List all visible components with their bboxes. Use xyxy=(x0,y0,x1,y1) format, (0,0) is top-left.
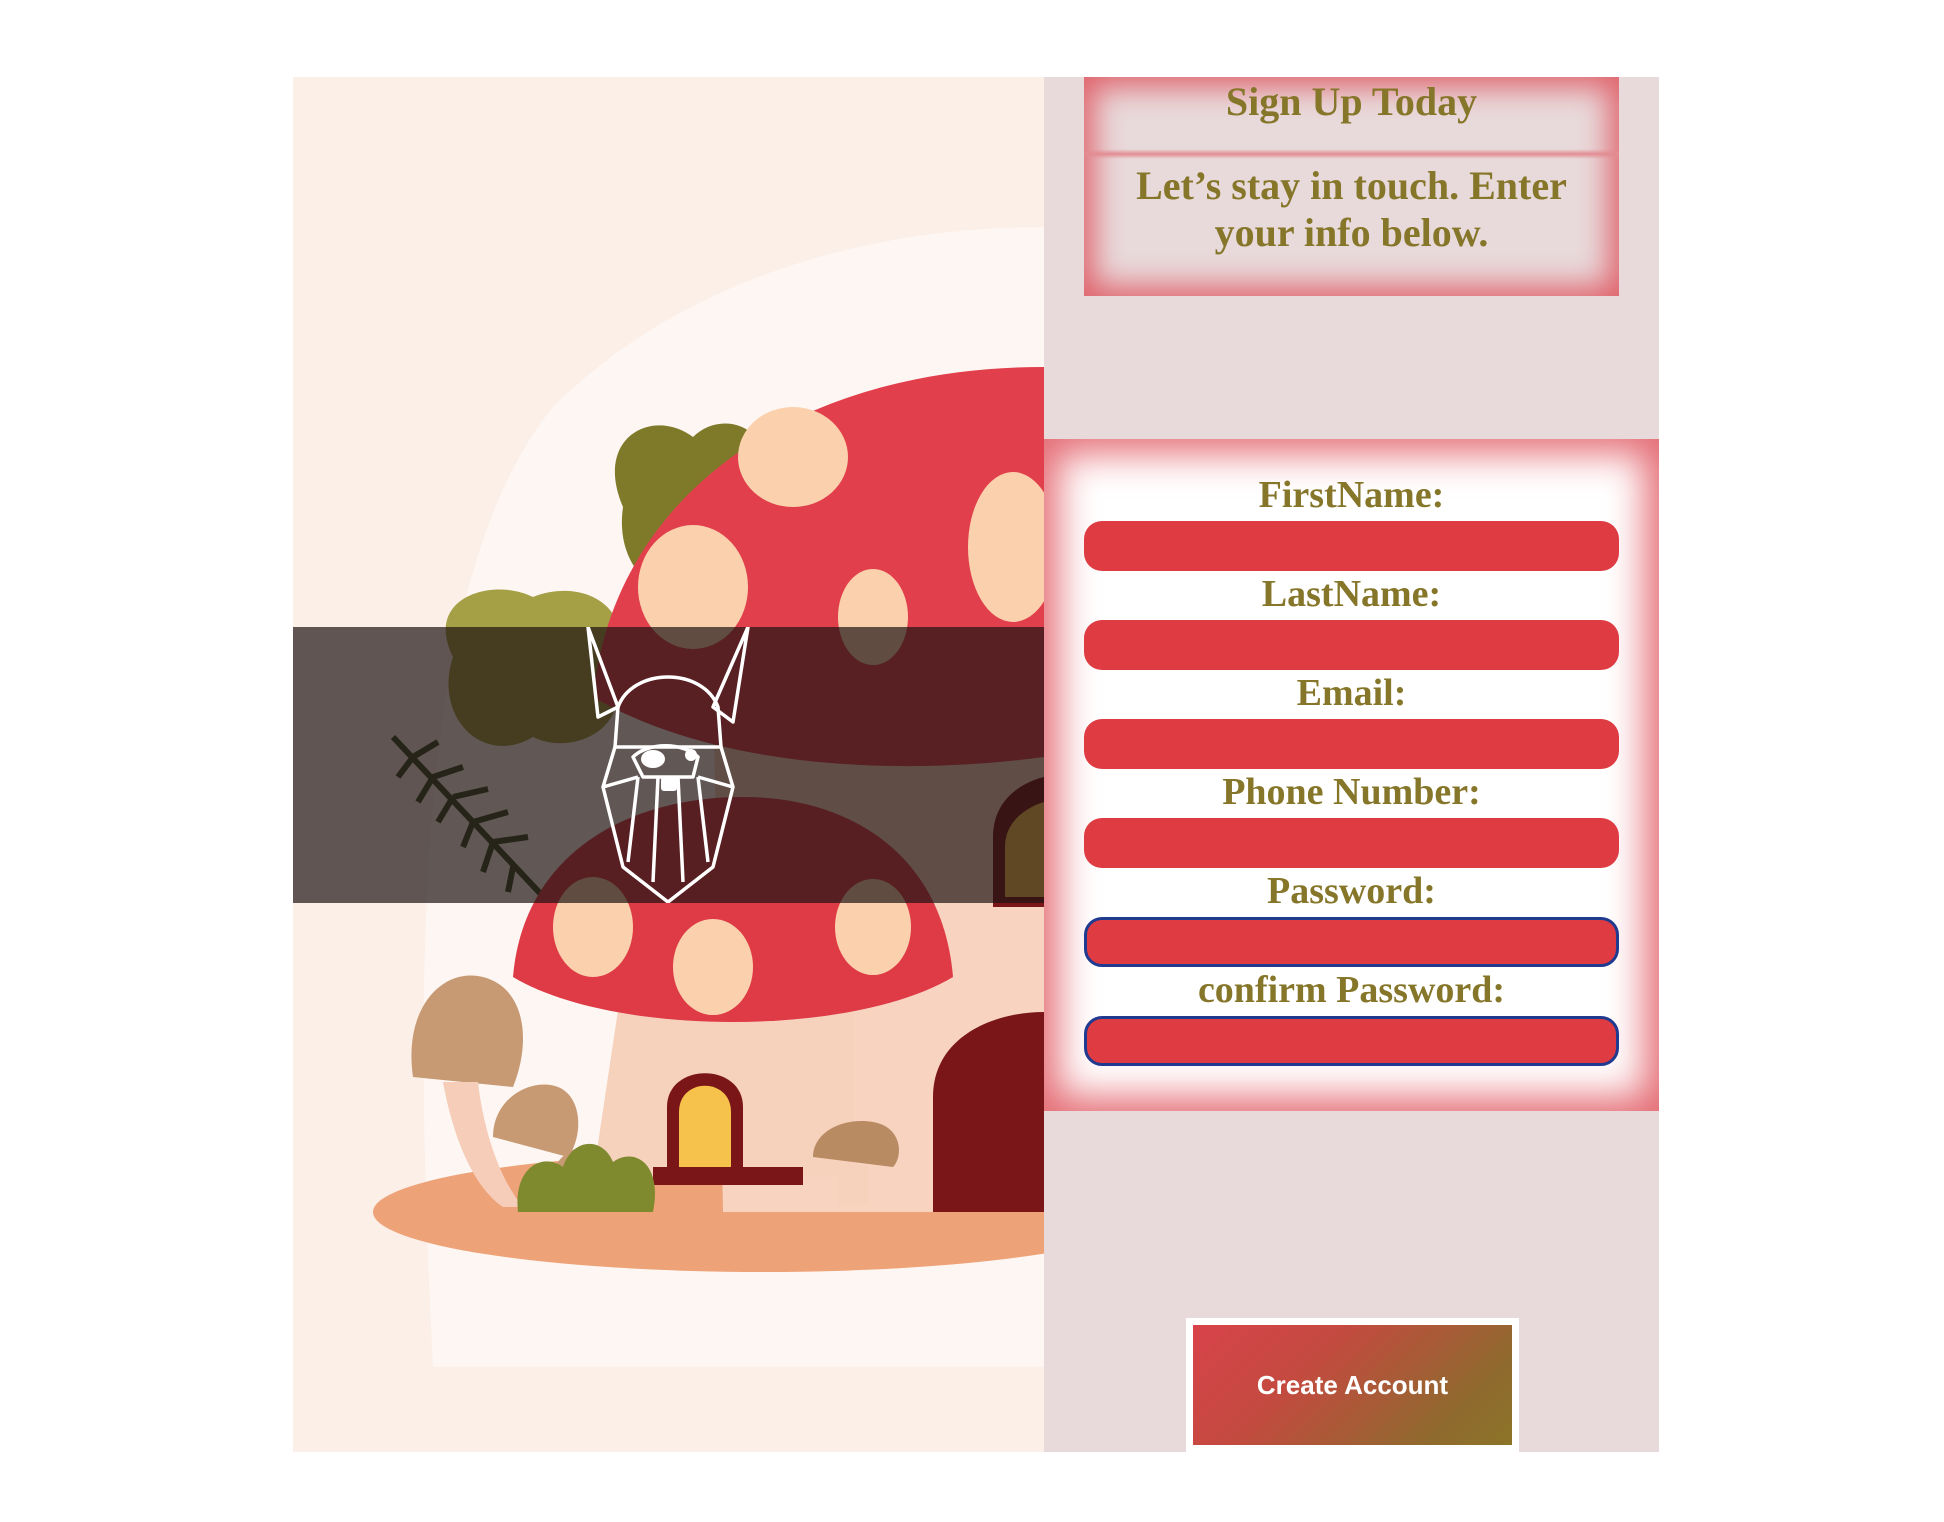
confirm-password-input[interactable] xyxy=(1084,1016,1619,1066)
logo-band xyxy=(293,627,1044,903)
first-name-input[interactable] xyxy=(1084,521,1619,571)
first-name-label: FirstName: xyxy=(1258,474,1445,516)
signup-heading-box: Sign Up Today Let’s stay in touch. Enter… xyxy=(1084,77,1619,296)
email-label: Email: xyxy=(1296,672,1407,714)
phone-number-input[interactable] xyxy=(1084,818,1619,868)
page-subtitle: Let’s stay in touch. Enter your info bel… xyxy=(1136,163,1567,255)
create-account-button[interactable]: Create Account xyxy=(1193,1325,1512,1445)
create-account-frame: Create Account xyxy=(1186,1318,1519,1452)
phone-number-label: Phone Number: xyxy=(1222,771,1481,813)
heading-divider xyxy=(1084,149,1619,159)
password-input[interactable] xyxy=(1084,917,1619,967)
signup-panel: Sign Up Today Let’s stay in touch. Enter… xyxy=(1044,77,1659,1452)
signup-page: Sign Up Today Let’s stay in touch. Enter… xyxy=(0,0,1944,1522)
signup-form: FirstName: LastName: Email: Phone Number… xyxy=(1044,439,1659,1111)
password-label: Password: xyxy=(1267,870,1436,912)
viking-dwarf-head-icon xyxy=(586,627,750,903)
page-title: Sign Up Today xyxy=(1225,79,1478,124)
hero-illustration xyxy=(293,77,1044,1452)
last-name-input[interactable] xyxy=(1084,620,1619,670)
last-name-label: LastName: xyxy=(1261,573,1442,615)
confirm-password-label: confirm Password: xyxy=(1197,969,1506,1011)
email-input[interactable] xyxy=(1084,719,1619,769)
